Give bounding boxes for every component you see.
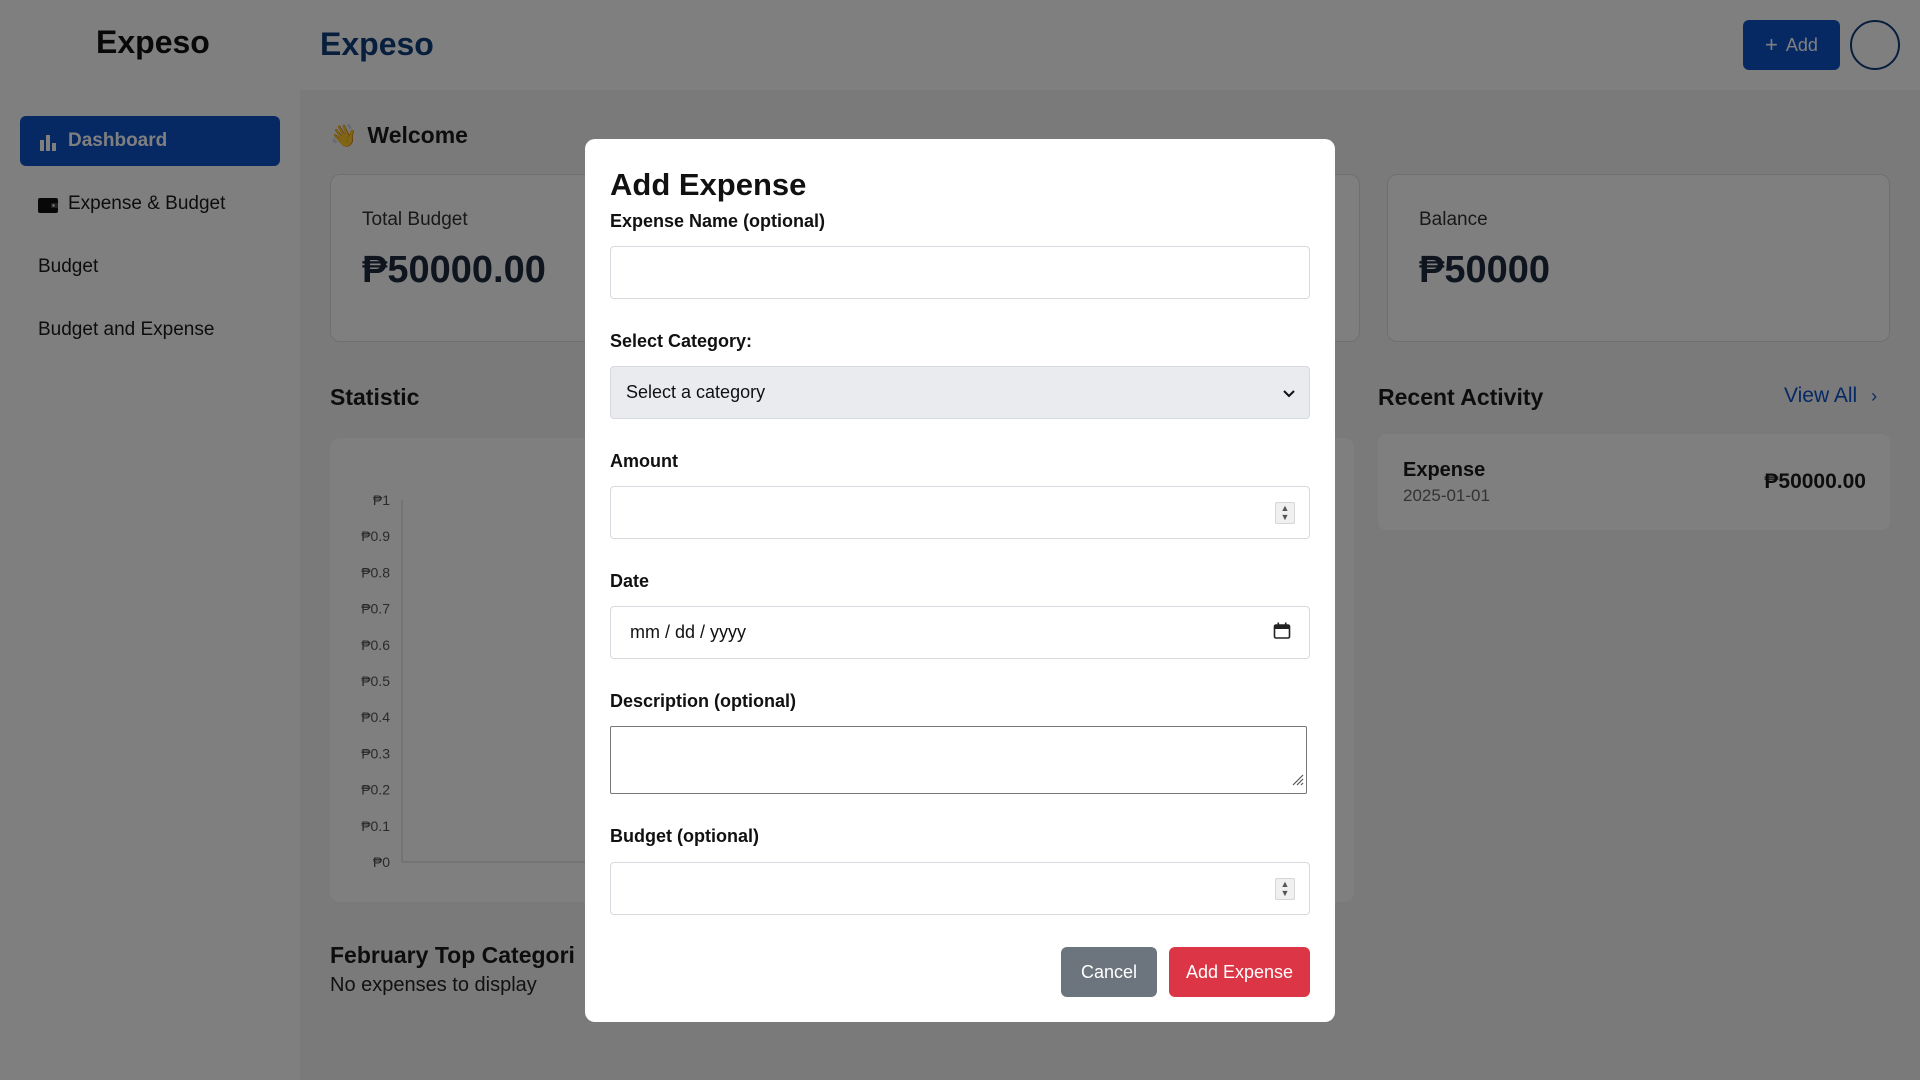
resize-grip-icon[interactable] [1290,772,1304,791]
budget-input[interactable]: ▲ ▼ [610,862,1310,915]
cancel-button[interactable]: Cancel [1061,947,1157,997]
budget-label: Budget (optional) [610,826,759,846]
category-select[interactable]: Select a category [610,366,1310,419]
category-label: Select Category: [610,331,753,351]
expense-name-input[interactable] [610,246,1310,299]
category-selected-value: Select a category [626,382,766,402]
description-textarea[interactable] [610,726,1307,794]
add-expense-button[interactable]: Add Expense [1169,947,1310,997]
add-expense-modal: Add Expense Expense Name (optional) Sele… [585,139,1335,1022]
date-input[interactable]: mm / dd / yyyy [610,606,1310,659]
amount-label: Amount [610,451,678,471]
date-label: Date [610,571,650,591]
number-spinner-icon[interactable]: ▲ ▼ [1275,502,1295,524]
description-label: Description (optional) [610,691,796,711]
modal-title: Add Expense [610,167,807,202]
chevron-down-icon [1283,382,1295,403]
calendar-icon[interactable] [1273,622,1291,645]
number-spinner-icon[interactable]: ▲ ▼ [1275,878,1295,900]
expense-name-label: Expense Name (optional) [610,211,826,231]
amount-input[interactable]: ▲ ▼ [610,486,1310,539]
date-placeholder: mm / dd / yyyy [630,622,747,642]
